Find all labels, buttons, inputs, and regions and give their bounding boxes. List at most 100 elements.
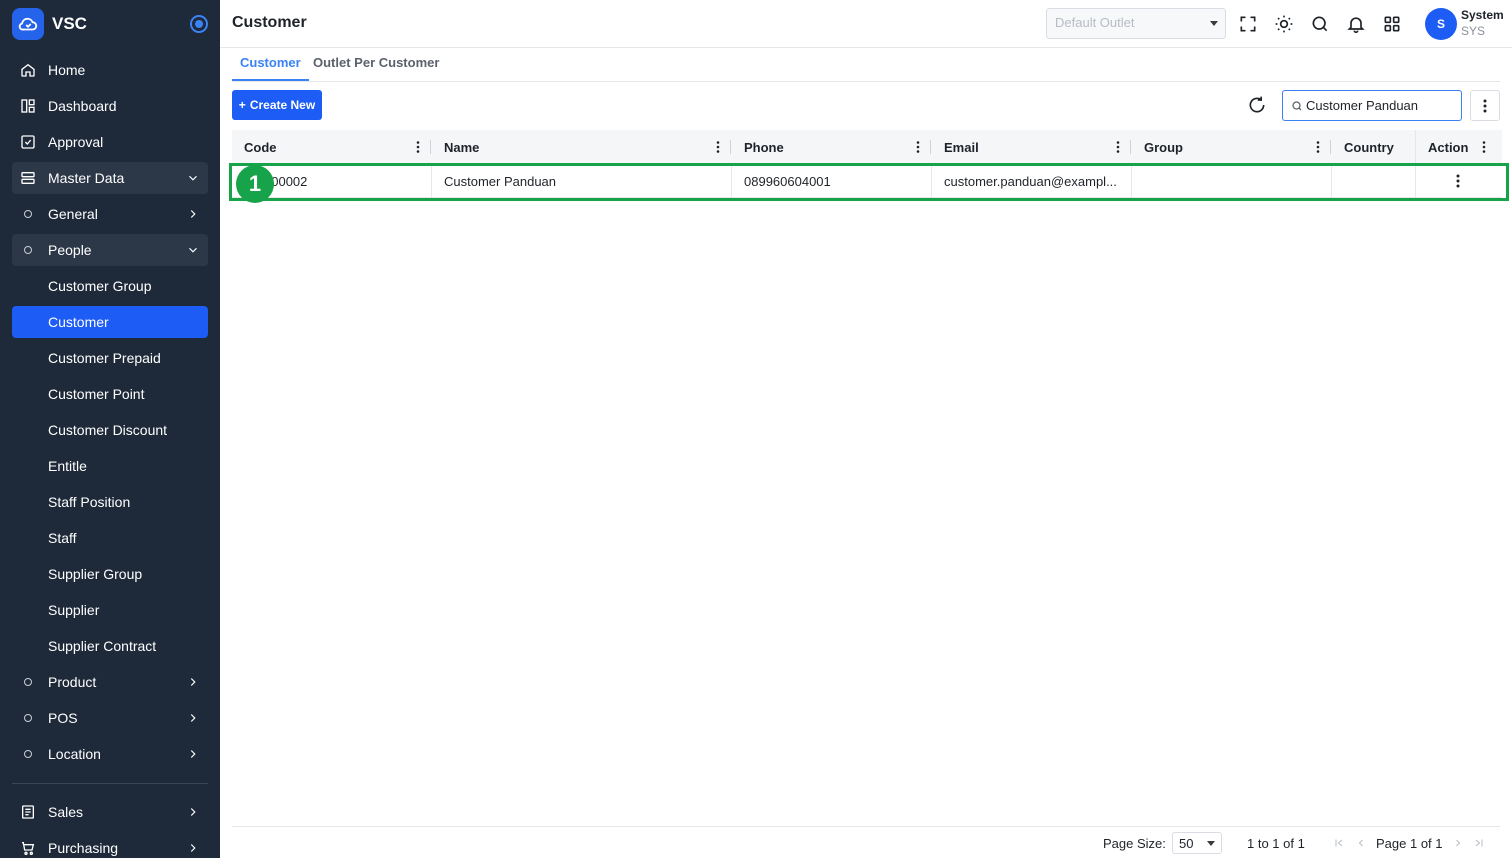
refresh-icon[interactable] bbox=[1247, 95, 1267, 115]
sun-theme-icon[interactable] bbox=[1274, 14, 1294, 34]
create-new-label: Create New bbox=[249, 98, 316, 112]
column-separator[interactable] bbox=[930, 140, 931, 154]
page-size-select[interactable]: 50 bbox=[1172, 832, 1222, 854]
plus-icon: + bbox=[238, 98, 246, 112]
circle-dot-icon bbox=[24, 750, 32, 758]
sidebar-item-general[interactable]: General bbox=[12, 198, 208, 230]
page-indicator: Page 1 of 1 bbox=[1376, 836, 1443, 851]
column-header-group[interactable]: Group bbox=[1132, 130, 1332, 164]
column-header-label: Phone bbox=[744, 139, 784, 155]
column-header-country[interactable]: Country bbox=[1332, 130, 1416, 164]
sidebar-item-home[interactable]: Home bbox=[12, 54, 208, 86]
row-action-menu-icon[interactable] bbox=[1456, 174, 1460, 188]
more-options-button[interactable] bbox=[1470, 90, 1500, 121]
cell-group bbox=[1132, 164, 1332, 198]
sidebar-item-staff[interactable]: Staff bbox=[12, 522, 208, 554]
sidebar-item-label: People bbox=[48, 242, 92, 258]
pagination-footer: Page Size: 50 1 to 1 of 1 Page 1 of 1 bbox=[232, 826, 1500, 858]
sidebar-item-dashboard[interactable]: Dashboard bbox=[12, 90, 208, 122]
tab-customer[interactable]: Customer bbox=[232, 55, 309, 81]
apps-grid-icon[interactable] bbox=[1382, 14, 1402, 34]
avatar[interactable]: S bbox=[1425, 8, 1457, 40]
fullscreen-icon[interactable] bbox=[1238, 14, 1258, 34]
chevron-right-icon bbox=[190, 844, 196, 852]
column-separator[interactable] bbox=[430, 140, 431, 154]
column-menu-icon[interactable] bbox=[716, 141, 720, 153]
column-separator[interactable] bbox=[1330, 140, 1331, 154]
sidebar-item-staff-position[interactable]: Staff Position bbox=[12, 486, 208, 518]
create-new-button[interactable]: + Create New bbox=[232, 90, 322, 120]
user-name: System bbox=[1461, 8, 1504, 22]
sidebar-item-master-data[interactable]: Master Data bbox=[12, 162, 208, 194]
page-title: Customer bbox=[232, 14, 307, 31]
outlet-select[interactable]: Default Outlet bbox=[1046, 8, 1226, 39]
database-icon bbox=[21, 172, 35, 184]
table-header: Code Name Phone Email Group Country Acti… bbox=[232, 130, 1502, 164]
step-badge: 1 bbox=[236, 165, 274, 203]
brand-name: VSC bbox=[52, 14, 87, 33]
sidebar-item-label: POS bbox=[48, 710, 78, 726]
sidebar-item-customer[interactable]: Customer bbox=[12, 306, 208, 338]
sidebar-item-supplier-contract[interactable]: Supplier Contract bbox=[12, 630, 208, 662]
sidebar-item-product[interactable]: Product bbox=[12, 666, 208, 698]
sidebar-item-location[interactable]: Location bbox=[12, 738, 208, 770]
cell-action[interactable] bbox=[1416, 164, 1500, 198]
search-icon[interactable] bbox=[1310, 14, 1330, 34]
search-input[interactable] bbox=[1306, 98, 1456, 113]
column-separator[interactable] bbox=[1130, 140, 1131, 154]
column-header-action[interactable]: Action bbox=[1416, 130, 1500, 164]
dashboard-icon bbox=[21, 99, 35, 113]
column-menu-icon[interactable] bbox=[1482, 141, 1486, 153]
table-row[interactable]: 000002 Customer Panduan 089960604001 cus… bbox=[232, 164, 1502, 198]
sidebar-divider bbox=[12, 783, 208, 784]
shopping-cart-icon bbox=[22, 842, 35, 855]
sidebar-item-customer-discount[interactable]: Customer Discount bbox=[12, 414, 208, 446]
search-box[interactable] bbox=[1282, 90, 1462, 121]
chevron-right-icon bbox=[190, 678, 196, 686]
sidebar-item-customer-group[interactable]: Customer Group bbox=[12, 270, 208, 302]
chevron-down-icon bbox=[189, 175, 197, 181]
cloud-logo-icon bbox=[12, 8, 44, 40]
cell-phone: 089960604001 bbox=[732, 164, 932, 198]
outlet-select-placeholder: Default Outlet bbox=[1055, 15, 1135, 30]
caret-down-icon bbox=[1210, 21, 1218, 26]
sidebar-item-customer-point[interactable]: Customer Point bbox=[12, 378, 208, 410]
sidebar-item-customer-prepaid[interactable]: Customer Prepaid bbox=[12, 342, 208, 374]
approval-check-icon bbox=[21, 135, 35, 149]
sidebar-toggle-icon[interactable] bbox=[190, 15, 208, 33]
column-menu-icon[interactable] bbox=[1316, 141, 1320, 153]
sidebar-item-entitle[interactable]: Entitle bbox=[12, 450, 208, 482]
next-page-icon[interactable] bbox=[1452, 837, 1464, 849]
sidebar-item-approval[interactable]: Approval bbox=[12, 126, 208, 158]
sidebar-item-sales[interactable]: Sales bbox=[12, 796, 208, 828]
column-header-name[interactable]: Name bbox=[432, 130, 732, 164]
sidebar-item-supplier-group[interactable]: Supplier Group bbox=[12, 558, 208, 590]
column-header-label: Country bbox=[1344, 139, 1394, 155]
column-menu-icon[interactable] bbox=[916, 141, 920, 153]
brand: VSC bbox=[12, 8, 208, 40]
tab-outlet-per-customer[interactable]: Outlet Per Customer bbox=[313, 55, 439, 78]
sidebar: VSC Home Dashboard Approval Master Data … bbox=[0, 0, 220, 858]
column-header-code[interactable]: Code bbox=[232, 130, 432, 164]
sidebar-item-label: Home bbox=[48, 62, 86, 78]
sidebar-item-supplier[interactable]: Supplier bbox=[12, 594, 208, 626]
sidebar-item-label: Supplier bbox=[48, 602, 100, 618]
home-icon bbox=[21, 63, 35, 77]
chevron-right-icon bbox=[190, 210, 196, 218]
column-separator[interactable] bbox=[730, 140, 731, 154]
previous-page-icon[interactable] bbox=[1355, 837, 1367, 849]
column-header-email[interactable]: Email bbox=[932, 130, 1132, 164]
column-menu-icon[interactable] bbox=[416, 141, 420, 153]
kebab-menu-icon bbox=[1483, 99, 1487, 112]
last-page-icon[interactable] bbox=[1473, 837, 1485, 849]
first-page-icon[interactable] bbox=[1333, 837, 1345, 849]
column-header-phone[interactable]: Phone bbox=[732, 130, 932, 164]
column-menu-icon[interactable] bbox=[1116, 141, 1120, 153]
sidebar-item-people[interactable]: People bbox=[12, 234, 208, 266]
circle-dot-icon bbox=[24, 714, 32, 722]
sidebar-item-label: Master Data bbox=[48, 170, 125, 186]
sidebar-item-pos[interactable]: POS bbox=[12, 702, 208, 734]
sidebar-item-purchasing[interactable]: Purchasing bbox=[12, 832, 208, 858]
bell-icon[interactable] bbox=[1346, 14, 1366, 34]
sidebar-item-label: General bbox=[48, 206, 98, 222]
